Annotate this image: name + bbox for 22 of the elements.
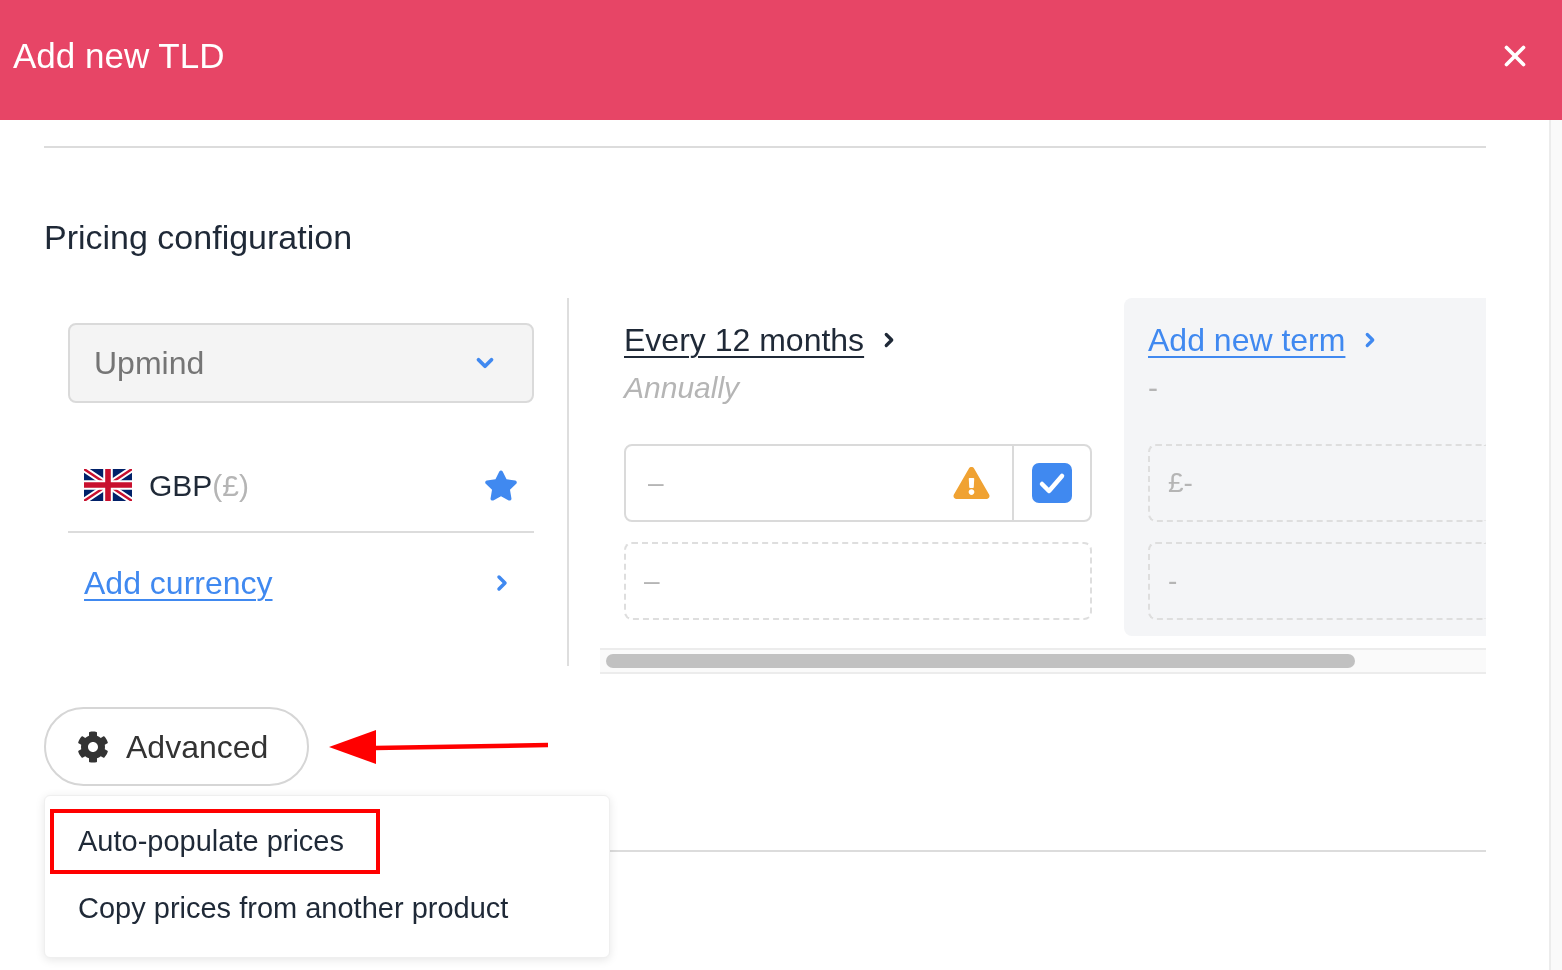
price-input[interactable]: - [1148, 542, 1486, 620]
price-input[interactable]: – [624, 542, 1092, 620]
vertical-scrollbar[interactable] [1549, 120, 1562, 970]
advanced-button[interactable]: Advanced [44, 707, 309, 786]
term-subtitle: Annually [624, 371, 740, 405]
currency-code: GBP [149, 467, 213, 504]
menu-item[interactable]: Auto-populate prices [50, 809, 380, 874]
dialog-title: Add new TLD [13, 36, 225, 76]
menu-item[interactable]: Copy prices from another product [50, 876, 545, 941]
price-field[interactable]: – [624, 444, 1092, 522]
gear-icon [77, 730, 109, 763]
checkbox[interactable] [1032, 463, 1072, 503]
price-input[interactable]: £- [1148, 444, 1486, 522]
price-input[interactable]: – [626, 446, 953, 520]
uk-flag-icon [84, 469, 132, 501]
horizontal-scrollbar[interactable] [600, 648, 1486, 674]
currency-symbol: (£) [212, 467, 250, 504]
star-icon[interactable] [484, 468, 518, 502]
term-link[interactable]: Every 12 months [624, 321, 865, 359]
brand-select[interactable]: Upmind [68, 323, 534, 403]
section-title: Pricing configuration [44, 218, 353, 256]
term-subtitle: - [1148, 371, 1158, 405]
